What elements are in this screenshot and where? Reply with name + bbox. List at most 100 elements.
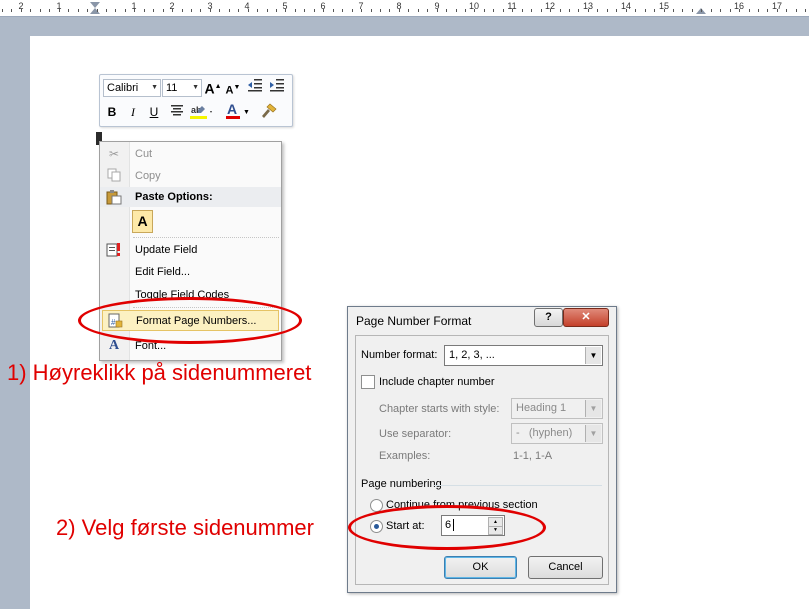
horizontal-ruler[interactable]: 2 1 1 2 3 4 5 6 7 8 9 10 11 12 13 14 15 … [0,0,809,17]
bold-button[interactable]: B [103,103,121,121]
ruler-tick [730,9,731,12]
increase-indent-button[interactable] [268,78,286,96]
ruler-tick [21,9,22,12]
center-align-icon [171,105,183,116]
ruler-tick [767,9,768,12]
hanging-indent-marker[interactable] [90,8,100,14]
ruler-tick [408,9,409,12]
italic-button[interactable]: I [124,103,142,121]
ruler-tick [87,9,88,12]
ruler-tick [805,9,806,12]
ruler-tick [276,9,277,12]
annotation-step-2: 2) Velg første sidenummer [56,515,314,540]
menu-separator [133,237,279,238]
highlight-ring-start-at [348,505,546,550]
page-number-format-dialog: Page Number Format ? ✕ Number format: 1,… [347,306,617,593]
separator-combo[interactable]: - (hyphen) ▼ [511,423,603,444]
menu-item-edit-field[interactable]: Edit Field... [100,262,281,282]
number-format-value: 1, 2, 3, ... [449,349,495,361]
menu-item-label: Paste Options: [135,191,213,203]
ruler-tick [248,9,249,12]
menu-item-copy[interactable]: Copy [100,166,281,186]
ruler-tick [106,9,107,12]
number-format-combo[interactable]: 1, 2, 3, ... ▼ [444,345,603,366]
ruler-tick [304,9,305,12]
ruler-tick [125,9,126,12]
ruler-tick [578,9,579,12]
ruler-tick [267,9,268,12]
ruler-tick [645,9,646,12]
ruler-tick [11,9,12,12]
page-numbering-label: Page numbering [361,478,442,490]
ruler-tick [59,9,60,12]
close-button[interactable]: ✕ [563,308,609,327]
ruler-tick [68,9,69,12]
decrease-indent-button[interactable] [246,78,264,96]
menu-item-label: Cut [135,148,153,160]
ruler-tick [219,9,220,12]
ruler-tick [474,9,475,12]
ruler-tick [503,9,504,12]
cancel-button[interactable]: Cancel [528,556,603,579]
ruler-tick [200,9,201,12]
scissors-icon: ✂ [108,147,120,161]
include-chapter-label: Include chapter number [379,376,495,388]
ruler-tick [49,9,50,12]
ruler-tick [758,9,759,12]
menu-item-cut[interactable]: ✂ Cut [100,144,281,164]
shrink-font-icon: A [225,84,234,97]
ruler-tick [701,9,702,12]
ruler-tick [541,9,542,12]
ruler-tick [115,9,116,12]
ruler-tick [182,9,183,12]
ruler-tick [522,9,523,12]
font-icon: A [108,338,120,353]
keep-text-only-icon: A [137,213,148,229]
update-field-icon [106,242,122,258]
highlighter-icon: ab [190,105,212,119]
chapter-style-combo[interactable]: Heading 1 ▼ [511,398,603,419]
ruler-tick [163,9,164,12]
ruler-tick [786,9,787,12]
ruler-tick [389,9,390,12]
ruler-tick [257,9,258,12]
decrease-indent-icon [248,79,262,92]
ruler-tick [371,9,372,12]
ruler-tick [314,9,315,12]
menu-item-update-field[interactable]: Update Field [100,240,281,260]
ruler-tick [484,9,485,12]
chapter-style-label: Chapter starts with style: [379,403,500,415]
font-color-button[interactable]: A ▼ [224,101,250,120]
mini-toolbar: Calibri ▼ 11 ▼ A▲ A▼ B I U ab A ▼ [99,74,293,127]
ruler-tick [323,9,324,12]
ruler-tick [285,9,286,12]
font-size-box[interactable]: 11 ▼ [162,79,202,97]
ok-button[interactable]: OK [444,556,517,579]
ruler-tick [2,9,3,12]
ruler-tick [749,9,750,12]
highlight-button[interactable]: ab [189,103,215,121]
ruler-tick [616,9,617,12]
annotation-step-1: 1) Høyreklikk på sidenummeret [7,360,312,385]
ruler-tick [588,9,589,12]
separator-value: - (hyphen) [516,427,573,439]
examples-label: Examples: [379,450,431,462]
ruler-tick [78,9,79,12]
ruler-tick [40,9,41,12]
group-divider [434,485,602,486]
format-painter-button[interactable] [260,103,278,121]
help-button[interactable]: ? [534,308,563,327]
paste-keep-text-only-button[interactable]: A [132,210,153,233]
font-size-value: 11 [166,82,178,94]
underline-button[interactable]: U [145,103,163,121]
increase-indent-icon [270,79,284,92]
grow-font-button[interactable]: A▲ [204,78,222,97]
menu-item-label: Update Field [135,244,198,256]
font-name-box[interactable]: Calibri ▼ [103,79,161,97]
include-chapter-checkbox[interactable] [361,375,375,389]
chevron-down-icon: ▼ [243,109,250,116]
ruler-tick [333,9,334,12]
shrink-font-button[interactable]: A▼ [224,79,242,97]
ruler-tick [597,9,598,12]
center-align-button[interactable] [168,103,186,121]
